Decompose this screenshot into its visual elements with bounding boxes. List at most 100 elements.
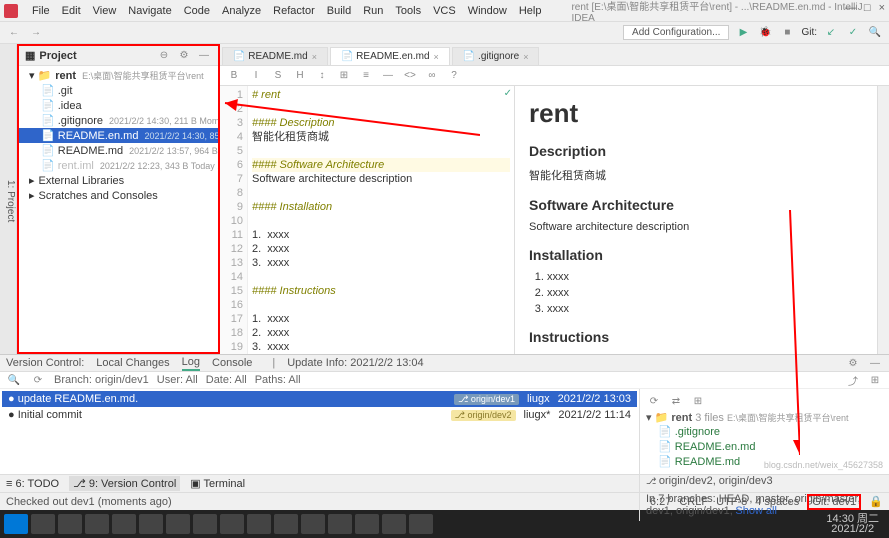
detail-expand-icon[interactable]: ⊞	[690, 393, 706, 409]
search-icon[interactable]: 🔍	[867, 25, 883, 41]
detail-diff-icon[interactable]: ⇄	[668, 393, 684, 409]
md-tool-icon[interactable]: S	[270, 68, 286, 84]
branch-filter[interactable]: Branch: origin/dev1	[54, 374, 149, 386]
menu-analyze[interactable]: Analyze	[216, 3, 267, 19]
taskbar-app[interactable]	[112, 514, 136, 534]
tree-item[interactable]: 📄 README.md2021/2/2 13:57, 964 B Moments…	[19, 143, 218, 158]
menu-edit[interactable]: Edit	[56, 3, 87, 19]
md-tool-icon[interactable]: H	[292, 68, 308, 84]
changed-file[interactable]: 📄 README.en.md	[646, 439, 883, 454]
taskbar-app[interactable]	[409, 514, 433, 534]
editor-tab[interactable]: 📄 README.md ×	[222, 47, 328, 65]
vcs-tab-local[interactable]: Local Changes	[96, 357, 169, 369]
taskbar-app[interactable]	[355, 514, 379, 534]
bottom-tab[interactable]: ⎇ 9: Version Control	[69, 476, 180, 491]
menu-navigate[interactable]: Navigate	[122, 3, 177, 19]
project-tree[interactable]: ▾ 📁 rent E:\桌面\智能共享租赁平台\rent 📄 .git📄 .id…	[19, 66, 218, 205]
taskbar-app[interactable]	[193, 514, 217, 534]
filter-icon[interactable]: 🔍	[6, 372, 22, 388]
close-icon[interactable]: ×	[312, 52, 317, 62]
git-branch-badge[interactable]: Git: dev1	[807, 494, 861, 510]
preview-scrollbar[interactable]	[877, 86, 889, 354]
editor-tab[interactable]: 📄 .gitignore ×	[452, 47, 540, 65]
taskbar-app[interactable]	[220, 514, 244, 534]
debug-icon[interactable]: 🐞	[757, 25, 773, 41]
tree-item[interactable]: 📄 .git	[19, 83, 218, 98]
code-editor[interactable]: 12345678910111213141516171819202122 # re…	[220, 86, 515, 354]
bottom-tab[interactable]: ▣ Terminal	[190, 477, 245, 490]
vcs-gear-icon[interactable]: ⚙	[845, 355, 861, 371]
external-libraries[interactable]: ▸ External Libraries	[19, 173, 218, 188]
back-icon[interactable]: ←	[6, 25, 22, 41]
taskbar-app[interactable]	[58, 514, 82, 534]
md-tool-icon[interactable]: ⊞	[336, 68, 352, 84]
md-tool-icon[interactable]: I	[248, 68, 264, 84]
menu-file[interactable]: File	[26, 3, 56, 19]
close-icon[interactable]: ×	[434, 52, 439, 62]
md-tool-icon[interactable]: ?	[446, 68, 462, 84]
date-filter[interactable]: Date: All	[206, 374, 247, 386]
scratches-consoles[interactable]: ▸ Scratches and Consoles	[19, 188, 218, 203]
project-tool-tab[interactable]: 1: Project	[0, 44, 17, 354]
vcs-update-info[interactable]: Update Info: 2021/2/2 13:04	[287, 357, 423, 369]
start-button[interactable]	[4, 514, 28, 534]
vcs-hide-icon[interactable]: —	[867, 355, 883, 371]
cherry-pick-icon[interactable]: ⤴	[845, 372, 861, 388]
menu-build[interactable]: Build	[321, 3, 357, 19]
commit-row[interactable]: ● update README.en.md.⎇ origin/dev1liugx…	[2, 391, 637, 407]
hide-icon[interactable]: —	[196, 48, 212, 64]
close-icon[interactable]: ×	[523, 52, 528, 62]
forward-icon[interactable]: →	[28, 25, 44, 41]
taskbar-app[interactable]	[274, 514, 298, 534]
add-configuration-button[interactable]: Add Configuration...	[623, 25, 729, 40]
md-tool-icon[interactable]: —	[380, 68, 396, 84]
window-controls[interactable]: —□×	[845, 2, 885, 14]
menu-tools[interactable]: Tools	[389, 3, 427, 19]
paths-filter[interactable]: Paths: All	[255, 374, 301, 386]
collapse-icon[interactable]: ⊖	[156, 48, 172, 64]
commit-row[interactable]: ● Initial commit⎇ origin/dev2liugx*2021/…	[2, 407, 637, 423]
tree-root[interactable]: ▾ 📁 rent E:\桌面\智能共享租赁平台\rent	[19, 68, 218, 83]
expand-icon[interactable]: ⊞	[867, 372, 883, 388]
run-icon[interactable]: ▶	[735, 25, 751, 41]
md-tool-icon[interactable]: ∞	[424, 68, 440, 84]
taskbar-app[interactable]	[301, 514, 325, 534]
taskbar-app[interactable]	[382, 514, 406, 534]
taskbar-app[interactable]	[166, 514, 190, 534]
editor-tab[interactable]: 📄 README.en.md ×	[330, 47, 450, 65]
tree-item[interactable]: 📄 README.en.md2021/2/2 14:30, 859 B 3 mi…	[19, 128, 218, 143]
menu-view[interactable]: View	[87, 3, 123, 19]
menu-window[interactable]: Window	[462, 3, 513, 19]
md-tool-icon[interactable]: B	[226, 68, 242, 84]
md-tool-icon[interactable]: ≡	[358, 68, 374, 84]
md-tool-icon[interactable]: ↕	[314, 68, 330, 84]
menu-vcs[interactable]: VCS	[427, 3, 462, 19]
taskbar-app[interactable]	[31, 514, 55, 534]
tree-item[interactable]: 📄 rent.iml2021/2/2 12:23, 343 B Today 13…	[19, 158, 218, 173]
bottom-tab[interactable]: ≡ 6: TODO	[6, 478, 59, 490]
indent[interactable]: 4 spaces	[755, 496, 799, 508]
taskbar-app[interactable]	[139, 514, 163, 534]
menu-refactor[interactable]: Refactor	[267, 3, 321, 19]
stop-icon[interactable]: ■	[779, 25, 795, 41]
vcs-update-icon[interactable]: ↙	[823, 25, 839, 41]
taskbar-app[interactable]	[247, 514, 271, 534]
encoding[interactable]: UTF-8	[716, 496, 747, 508]
vcs-tab-log[interactable]: Log	[182, 356, 200, 371]
user-filter[interactable]: User: All	[157, 374, 198, 386]
system-clock[interactable]: 14:30 周二2021/2/2	[820, 512, 885, 536]
gear-icon[interactable]: ⚙	[176, 48, 192, 64]
tree-item[interactable]: 📄 .gitignore2021/2/2 14:30, 211 B Moment…	[19, 113, 218, 128]
md-tool-icon[interactable]: <>	[402, 68, 418, 84]
menu-code[interactable]: Code	[178, 3, 216, 19]
tree-item[interactable]: 📄 .idea	[19, 98, 218, 113]
refresh-icon[interactable]: ⟳	[30, 372, 46, 388]
line-ending[interactable]: CRLF	[679, 496, 708, 508]
changed-file[interactable]: 📄 .gitignore	[646, 424, 883, 439]
vcs-tab-console[interactable]: Console	[212, 357, 252, 369]
vcs-commit-icon[interactable]: ✓	[845, 25, 861, 41]
caret-position[interactable]: 6:27	[650, 496, 671, 508]
taskbar-app[interactable]	[328, 514, 352, 534]
menu-help[interactable]: Help	[513, 3, 548, 19]
taskbar-app[interactable]	[85, 514, 109, 534]
